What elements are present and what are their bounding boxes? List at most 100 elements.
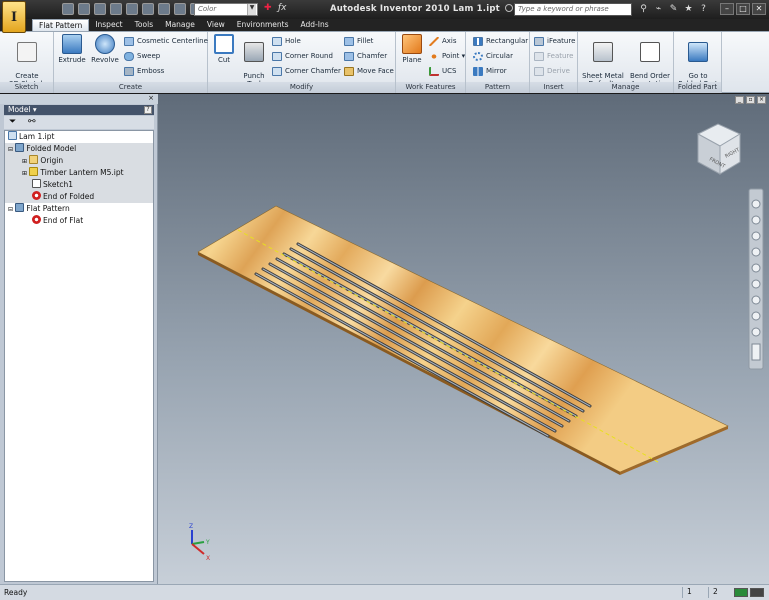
redo-icon[interactable] xyxy=(126,3,138,15)
tree-node-flat-pattern[interactable]: ⊟ Flat Pattern xyxy=(8,203,70,215)
subscription-icon[interactable]: ⌁ xyxy=(653,3,664,15)
status-cell-2: 2 xyxy=(708,587,718,598)
revolve-label: Revolve xyxy=(91,56,119,64)
feature-button[interactable]: Feature xyxy=(534,50,573,62)
tree-node-derived-part[interactable]: ⊞ Timber Lantern M5.ipt xyxy=(22,167,124,179)
tree-node-origin[interactable]: ⊞ Origin xyxy=(22,155,63,167)
browser-toolbar: ⏷ ⚯ xyxy=(4,116,154,129)
plane-button[interactable]: Plane xyxy=(399,34,425,64)
tab-flat-pattern[interactable]: Flat Pattern xyxy=(32,19,90,31)
revolve-icon xyxy=(95,34,115,54)
application-menu-button[interactable]: I xyxy=(2,1,26,33)
steering-wheel-icon[interactable] xyxy=(751,327,761,337)
tab-manage[interactable]: Manage xyxy=(159,19,201,31)
tab-tools[interactable]: Tools xyxy=(129,19,159,31)
extrude-button[interactable]: Extrude xyxy=(57,34,87,64)
tab-add-ins[interactable]: Add-Ins xyxy=(295,19,335,31)
minimize-button[interactable]: – xyxy=(720,3,734,15)
ifeature-icon xyxy=(534,37,544,46)
hole-label: Hole xyxy=(285,37,301,45)
constrained-orbit-icon[interactable] xyxy=(751,295,761,305)
zoom-icon[interactable] xyxy=(751,215,761,225)
hole-button[interactable]: Hole xyxy=(272,35,301,47)
browser-title: Model ▾ xyxy=(8,105,37,114)
go-to-folded-part-button[interactable]: Go to Folded Part xyxy=(676,34,720,88)
pan-icon[interactable] xyxy=(751,199,761,209)
binoculars-icon[interactable]: ⚲ xyxy=(638,3,649,15)
zoom-selected-icon[interactable] xyxy=(751,263,761,273)
viewcube[interactable]: FRONT RIGHT xyxy=(696,123,742,175)
tab-inspect[interactable]: Inspect xyxy=(89,19,128,31)
point-label: Point xyxy=(442,52,460,60)
corner-chamfer-button[interactable]: Corner Chamfer xyxy=(272,65,341,77)
browser-close-icon[interactable]: × xyxy=(148,94,154,102)
parameters-icon[interactable]: ƒx xyxy=(278,3,287,13)
circular-pattern-button[interactable]: Circular xyxy=(473,50,513,62)
tree-node-end-of-folded[interactable]: End of Folded xyxy=(32,191,94,203)
fillet-button[interactable]: Fillet xyxy=(344,35,373,47)
sheet-metal-defaults-button[interactable]: Sheet Metal Defaults xyxy=(580,34,626,88)
move-face-button[interactable]: Move Face xyxy=(344,65,394,77)
chamfer-label: Chamfer xyxy=(357,52,388,60)
wood-flat-plate[interactable] xyxy=(197,205,729,475)
panel-work-features: Plane Axis Point ▾ UCS Work Features xyxy=(396,32,466,93)
bend-centerline xyxy=(237,229,659,463)
look-at-icon[interactable] xyxy=(751,311,761,321)
maximize-button[interactable]: □ xyxy=(736,3,750,15)
ifeature-button[interactable]: iFeature xyxy=(534,35,575,47)
home-icon[interactable] xyxy=(142,3,154,15)
help-icon[interactable]: ? xyxy=(144,106,152,114)
open-icon[interactable] xyxy=(78,3,90,15)
star-icon[interactable]: ★ xyxy=(683,3,694,15)
tab-environments[interactable]: Environments xyxy=(231,19,295,31)
emboss-button[interactable]: Emboss xyxy=(124,65,164,77)
panel-manage: Sheet Metal Defaults Bend Order Annotati… xyxy=(578,32,674,93)
filter-icon[interactable]: ⏷ xyxy=(9,117,16,127)
graphics-viewport[interactable]: _ ▫ × FRONT RIGHT Z Y X xyxy=(158,94,769,584)
measure-icon[interactable]: ✚ xyxy=(264,3,272,13)
ifeature-label: iFeature xyxy=(547,37,576,45)
point-button[interactable]: Point ▾ xyxy=(429,50,465,62)
save-icon[interactable] xyxy=(94,3,106,15)
browser-header[interactable]: Model ▾ ? xyxy=(4,105,154,115)
nav-slider-icon[interactable] xyxy=(751,343,761,361)
panel-insert: iFeature Feature Derive Insert xyxy=(530,32,578,93)
orbit-icon[interactable] xyxy=(751,279,761,289)
rectangular-pattern-button[interactable]: Rectangular xyxy=(473,35,528,47)
find-binoculars-icon[interactable]: ⚯ xyxy=(28,117,36,127)
corner-round-button[interactable]: Corner Round xyxy=(272,50,333,62)
tree-node-folded-model[interactable]: ⊟ Folded Model xyxy=(8,143,76,155)
tree-node-end-of-flat[interactable]: End of Flat xyxy=(32,215,83,227)
derive-button[interactable]: Derive xyxy=(534,65,570,77)
axis-button[interactable]: Axis xyxy=(429,35,457,47)
panel-label-sketch: Sketch xyxy=(0,82,53,93)
tab-view[interactable]: View xyxy=(201,19,231,31)
zoom-all-icon[interactable] xyxy=(751,231,761,241)
close-button[interactable]: ✕ xyxy=(752,3,766,15)
model-browser: × Model ▾ ? ⏷ ⚯ Lam 1.ipt ⊟ Folded Model… xyxy=(0,94,158,584)
tree-node-part[interactable]: Lam 1.ipt xyxy=(8,131,54,143)
create-2d-sketch-button[interactable]: Create 2D Sketch xyxy=(6,34,48,88)
wrench-icon[interactable]: ✎ xyxy=(668,3,679,15)
select-icon[interactable] xyxy=(174,3,186,15)
chamfer-button[interactable]: Chamfer xyxy=(344,50,387,62)
color-dropdown[interactable]: Color ▼ xyxy=(194,3,258,16)
new-icon[interactable] xyxy=(62,3,74,15)
cut-button[interactable]: Cut xyxy=(212,34,236,64)
cosmetic-centerline-button[interactable]: Cosmetic Centerline xyxy=(124,35,208,47)
tree-node-sketch[interactable]: Sketch1 xyxy=(32,179,73,191)
help-icon[interactable]: ? xyxy=(698,3,709,15)
search-input[interactable]: Type a keyword or phrase xyxy=(514,3,632,16)
revolve-button[interactable]: Revolve xyxy=(89,34,121,64)
punch-tool-button[interactable]: Punch Tool xyxy=(240,34,268,88)
ucs-button[interactable]: UCS xyxy=(429,65,456,77)
zoom-window-icon[interactable] xyxy=(751,247,761,257)
undo-icon[interactable] xyxy=(110,3,122,15)
sweep-icon xyxy=(124,52,134,61)
bend-order-annotation-button[interactable]: Bend Order Annotation xyxy=(627,34,673,88)
return-icon[interactable] xyxy=(158,3,170,15)
cut-icon xyxy=(214,34,234,54)
progress-indicator xyxy=(734,588,748,597)
sweep-button[interactable]: Sweep xyxy=(124,50,160,62)
mirror-button[interactable]: Mirror xyxy=(473,65,507,77)
